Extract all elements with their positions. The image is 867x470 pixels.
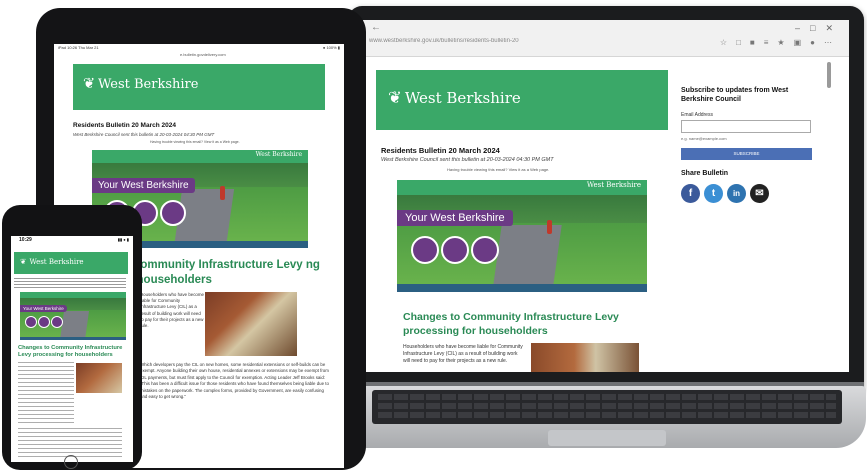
view-as-webpage-link[interactable]: Having trouble viewing this email? View … bbox=[447, 167, 549, 172]
tablet-view-as-webpage-link[interactable]: Having trouble viewing this email? View … bbox=[150, 140, 240, 144]
phone-hero-banner-text: Your West Berkshire bbox=[20, 305, 67, 312]
article-intro: Householders who have become liable for … bbox=[403, 344, 523, 364]
linkedin-icon[interactable]: in bbox=[727, 184, 746, 203]
hero-photo-circle bbox=[411, 236, 439, 264]
council-header-banner: ❦ West Berkshire bbox=[376, 70, 668, 130]
star-icon[interactable]: ☆ bbox=[720, 38, 736, 47]
hero-photo-circle bbox=[441, 236, 469, 264]
browser-toolbar-icons[interactable]: ☆□■≡★▣●⋯ bbox=[720, 38, 841, 47]
council-leaf-icon: ❦ bbox=[388, 88, 402, 107]
reading-icon[interactable]: ≡ bbox=[764, 38, 778, 47]
collections-icon[interactable]: ▣ bbox=[794, 38, 811, 47]
email-input[interactable] bbox=[681, 120, 811, 133]
tablet-council-header: ❦ West Berkshire bbox=[73, 64, 325, 110]
address-bar[interactable]: www.westberkshire.gov.uk/bulletins/resid… bbox=[369, 38, 519, 48]
tablet-url[interactable]: e.bulletin.govdelivery.com bbox=[180, 52, 226, 57]
phone-bulletin-lines bbox=[14, 278, 126, 288]
phone-article-title[interactable]: Changes to Community Infrastructure Levy… bbox=[18, 345, 126, 359]
phone-article-body bbox=[18, 428, 122, 458]
phone-article-text bbox=[18, 362, 74, 424]
hero-photo-circle bbox=[38, 316, 50, 328]
maximize-icon[interactable]: □ bbox=[810, 23, 825, 33]
phone-home-button[interactable] bbox=[64, 455, 78, 469]
bulletin-subtitle: West Berkshire Council sent this bulleti… bbox=[381, 157, 554, 163]
tablet-article-title[interactable]: to Community Infrastructure Levy ng for … bbox=[118, 258, 328, 288]
council-logo: ❦ West Berkshire bbox=[388, 88, 521, 107]
back-arrow-icon[interactable]: ← bbox=[371, 22, 381, 33]
extensions-icon[interactable]: ■ bbox=[750, 38, 764, 47]
bulletin-title: Residents Bulletin 20 March 2024 bbox=[381, 146, 500, 155]
share-title: Share Bulletin bbox=[681, 170, 729, 177]
hero-photo-circle bbox=[25, 316, 37, 328]
phone-council-logo: ❦ West Berkshire bbox=[20, 257, 84, 266]
tablet-bulletin-title: Residents Bulletin 20 March 2024 bbox=[73, 122, 176, 129]
tab-icon[interactable]: □ bbox=[736, 38, 750, 47]
email-label: Email Address bbox=[681, 112, 713, 118]
hero-photo-circle bbox=[51, 316, 63, 328]
laptop-screen: ← –□✕ www.westberkshire.gov.uk/bulletins… bbox=[363, 20, 849, 372]
twitter-icon[interactable]: t bbox=[704, 184, 723, 203]
subscribe-title: Subscribe to updates from West Berkshire… bbox=[681, 87, 789, 103]
favorites-icon[interactable]: ★ bbox=[777, 38, 793, 47]
tablet-hero-banner-text: Your West Berkshire bbox=[92, 178, 195, 193]
tablet-article-body: Which developers pay the CIL on new home… bbox=[140, 362, 329, 400]
facebook-icon[interactable]: f bbox=[681, 184, 700, 203]
share-buttons: f t in ✉ bbox=[681, 184, 769, 203]
article-photo bbox=[531, 343, 639, 372]
more-icon[interactable]: ⋯ bbox=[824, 38, 841, 47]
window-controls[interactable]: –□✕ bbox=[795, 23, 843, 34]
phone-status-bar: 10:29 ▮▮ ● ▮ bbox=[19, 237, 129, 243]
hero-photo-circle bbox=[471, 236, 499, 264]
email-share-icon[interactable]: ✉ bbox=[750, 184, 769, 203]
hero-logo: West Berkshire bbox=[586, 181, 641, 189]
tablet-bulletin-subtitle: West Berkshire Council sent this bulleti… bbox=[73, 132, 215, 137]
hero-banner-text: Your West Berkshire bbox=[397, 210, 513, 226]
hero-photo-circle bbox=[160, 200, 186, 226]
minimize-icon[interactable]: – bbox=[795, 23, 810, 33]
phone-hero-image: Your West Berkshire bbox=[20, 292, 126, 340]
cyclist bbox=[220, 186, 225, 200]
close-icon[interactable]: ✕ bbox=[825, 23, 843, 33]
tablet-article-photo bbox=[205, 292, 297, 356]
cyclist bbox=[547, 220, 552, 234]
hero-image: West Berkshire Your West Berkshire bbox=[397, 180, 647, 292]
laptop-keyboard bbox=[372, 390, 842, 424]
profile-icon[interactable]: ● bbox=[810, 38, 824, 47]
council-leaf-icon: ❦ bbox=[20, 257, 27, 266]
laptop-trackpad bbox=[548, 430, 666, 446]
phone-article-photo bbox=[76, 363, 122, 393]
tablet-article-intro: Householders who have become liable for … bbox=[140, 292, 204, 329]
browser-toolbar: ← –□✕ www.westberkshire.gov.uk/bulletins… bbox=[363, 20, 849, 57]
phone-council-header: ❦ West Berkshire bbox=[14, 252, 128, 274]
article-title[interactable]: Changes to Community Infrastructure Levy… bbox=[403, 310, 653, 338]
tablet-council-logo: ❦ West Berkshire bbox=[83, 76, 199, 92]
subscribe-button[interactable]: SUBSCRIBE bbox=[681, 148, 812, 160]
email-hint: e.g. name@example.com bbox=[681, 136, 727, 141]
council-leaf-icon: ❦ bbox=[83, 76, 95, 92]
page-scrollbar[interactable] bbox=[827, 62, 831, 88]
tablet-status-bar: iPad 10:26 Thu Mar 21 ● 100% ▮ bbox=[58, 45, 340, 50]
